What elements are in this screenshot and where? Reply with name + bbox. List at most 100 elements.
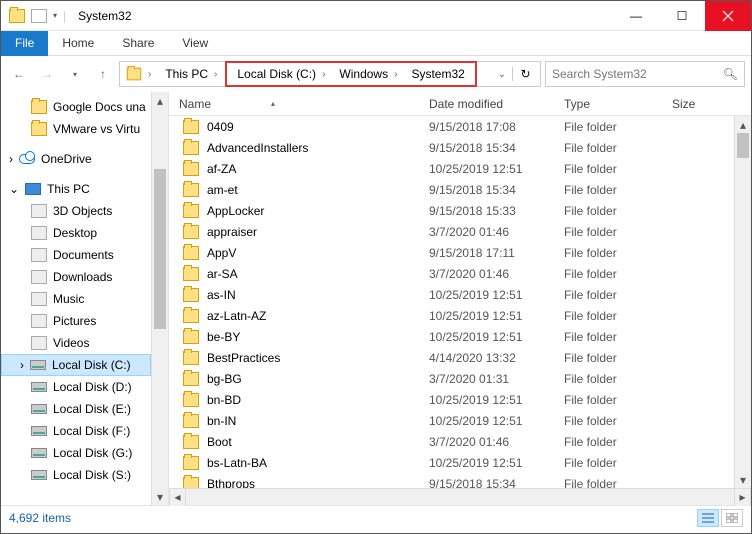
- folder-icon: [183, 435, 199, 449]
- tree-pc-item[interactable]: Music: [1, 288, 151, 310]
- table-row[interactable]: bs-Latn-BA 10/25/2019 12:51 File folder: [169, 452, 734, 473]
- tree-quick-item[interactable]: Google Docs una: [1, 96, 151, 118]
- tab-view[interactable]: View: [168, 32, 222, 54]
- close-button[interactable]: [705, 1, 751, 31]
- drive-icon: [31, 404, 47, 414]
- forward-button[interactable]: →: [35, 62, 59, 86]
- crumb-windows[interactable]: Windows: [339, 67, 388, 81]
- folder-icon: [183, 414, 199, 428]
- file-list: Name ▴ Date modified Type Size 0409 9/15/…: [169, 92, 751, 505]
- tree-pc-item[interactable]: Local Disk (D:): [1, 376, 151, 398]
- folder-icon: [183, 456, 199, 470]
- tree-pc-item[interactable]: Pictures: [1, 310, 151, 332]
- table-row[interactable]: bn-IN 10/25/2019 12:51 File folder: [169, 410, 734, 431]
- up-button[interactable]: ↑: [91, 62, 115, 86]
- table-row[interactable]: Bthprops 9/15/2018 15:34 File folder: [169, 473, 734, 488]
- folder-icon: [183, 393, 199, 407]
- view-icons-button[interactable]: [721, 509, 743, 527]
- address-row: ← → ▾ ↑ › This PC› Local Disk (C:)› Wind…: [1, 56, 751, 92]
- folder-icon: [183, 162, 199, 176]
- col-date[interactable]: Date modified: [419, 97, 554, 111]
- col-type[interactable]: Type: [554, 97, 662, 111]
- tree-pc-item[interactable]: Local Disk (S:): [1, 464, 151, 486]
- window-title: System32: [74, 9, 613, 23]
- column-headers[interactable]: Name ▴ Date modified Type Size: [169, 92, 751, 116]
- back-button[interactable]: ←: [7, 62, 31, 86]
- crumb-c[interactable]: Local Disk (C:): [237, 67, 316, 81]
- tree-pc-item[interactable]: Local Disk (F:): [1, 420, 151, 442]
- tree-scrollbar[interactable]: ▴ ▾: [151, 92, 168, 505]
- doc-icon: [31, 9, 47, 23]
- list-scrollbar-h[interactable]: ◂ ▸: [169, 488, 751, 505]
- list-scrollbar-v[interactable]: ▴ ▾: [734, 116, 751, 488]
- table-row[interactable]: 0409 9/15/2018 17:08 File folder: [169, 116, 734, 137]
- table-row[interactable]: AppV 9/15/2018 17:11 File folder: [169, 242, 734, 263]
- maximize-button[interactable]: ☐: [659, 1, 705, 31]
- table-row[interactable]: appraiser 3/7/2020 01:46 File folder: [169, 221, 734, 242]
- folder-special-icon: [31, 336, 47, 350]
- tree-pc-item[interactable]: Local Disk (E:): [1, 398, 151, 420]
- table-row[interactable]: AdvancedInstallers 9/15/2018 15:34 File …: [169, 137, 734, 158]
- qat-dropdown-icon[interactable]: ▾: [53, 11, 57, 20]
- folder-special-icon: [31, 314, 47, 328]
- folder-icon: [183, 351, 199, 365]
- minimize-button[interactable]: ―: [613, 1, 659, 31]
- tree-pc-item[interactable]: ›Local Disk (C:): [1, 354, 151, 376]
- tree-quick-item[interactable]: VMware vs Virtu: [1, 118, 151, 140]
- table-row[interactable]: ar-SA 3/7/2020 01:46 File folder: [169, 263, 734, 284]
- tree-pc-item[interactable]: Desktop: [1, 222, 151, 244]
- file-menu[interactable]: File: [1, 31, 48, 56]
- folder-icon: [183, 225, 199, 239]
- tree-onedrive[interactable]: ›OneDrive: [1, 148, 151, 170]
- tab-share[interactable]: Share: [108, 32, 168, 54]
- search-placeholder: Search System32: [552, 67, 647, 81]
- table-row[interactable]: BestPractices 4/14/2020 13:32 File folde…: [169, 347, 734, 368]
- view-details-button[interactable]: [697, 509, 719, 527]
- folder-icon: [183, 141, 199, 155]
- table-row[interactable]: am-et 9/15/2018 15:34 File folder: [169, 179, 734, 200]
- table-row[interactable]: be-BY 10/25/2019 12:51 File folder: [169, 326, 734, 347]
- drive-icon: [31, 426, 47, 436]
- nav-tree: Google Docs unaVMware vs Virtu ›OneDrive ⌄…: [1, 92, 169, 505]
- tree-pc-item[interactable]: Documents: [1, 244, 151, 266]
- table-row[interactable]: Boot 3/7/2020 01:46 File folder: [169, 431, 734, 452]
- folder-icon: [31, 100, 47, 114]
- tree-pc-item[interactable]: Videos: [1, 332, 151, 354]
- title-bar: ▾ | System32 ― ☐: [1, 1, 751, 31]
- table-row[interactable]: bn-BD 10/25/2019 12:51 File folder: [169, 389, 734, 410]
- folder-icon: [183, 309, 199, 323]
- crumb-thispc[interactable]: This PC: [165, 67, 208, 81]
- recent-dropdown[interactable]: ▾: [63, 62, 87, 86]
- address-bar[interactable]: › This PC› Local Disk (C:)› Windows› Sys…: [119, 61, 541, 87]
- crumb-system32[interactable]: System32: [411, 67, 464, 81]
- folder-special-icon: [31, 292, 47, 306]
- col-size[interactable]: Size: [662, 97, 722, 111]
- tree-thispc[interactable]: ⌄This PC: [1, 178, 151, 200]
- refresh-button[interactable]: ↻: [512, 67, 538, 81]
- folder-special-icon: [31, 204, 47, 218]
- folder-icon: [183, 183, 199, 197]
- table-row[interactable]: bg-BG 3/7/2020 01:31 File folder: [169, 368, 734, 389]
- folder-special-icon: [31, 270, 47, 284]
- folder-icon: [183, 204, 199, 218]
- tab-home[interactable]: Home: [48, 32, 108, 54]
- addr-dropdown-icon[interactable]: ⌄: [496, 69, 512, 80]
- onedrive-icon: [19, 154, 35, 164]
- sort-indicator-icon: ▴: [271, 99, 275, 108]
- folder-special-icon: [31, 248, 47, 262]
- status-bar: 4,692 items: [1, 505, 751, 529]
- table-row[interactable]: as-IN 10/25/2019 12:51 File folder: [169, 284, 734, 305]
- tree-pc-item[interactable]: Local Disk (G:): [1, 442, 151, 464]
- folder-icon: [31, 122, 47, 136]
- table-row[interactable]: AppLocker 9/15/2018 15:33 File folder: [169, 200, 734, 221]
- table-row[interactable]: af-ZA 10/25/2019 12:51 File folder: [169, 158, 734, 179]
- folder-icon: [183, 372, 199, 386]
- search-input[interactable]: Search System32 🔍︎: [545, 61, 745, 87]
- tree-pc-item[interactable]: 3D Objects: [1, 200, 151, 222]
- folder-icon: [183, 120, 199, 134]
- table-row[interactable]: az-Latn-AZ 10/25/2019 12:51 File folder: [169, 305, 734, 326]
- col-name[interactable]: Name: [179, 97, 211, 111]
- item-count: 4,692 items: [9, 511, 71, 525]
- drive-icon: [30, 360, 46, 370]
- tree-pc-item[interactable]: Downloads: [1, 266, 151, 288]
